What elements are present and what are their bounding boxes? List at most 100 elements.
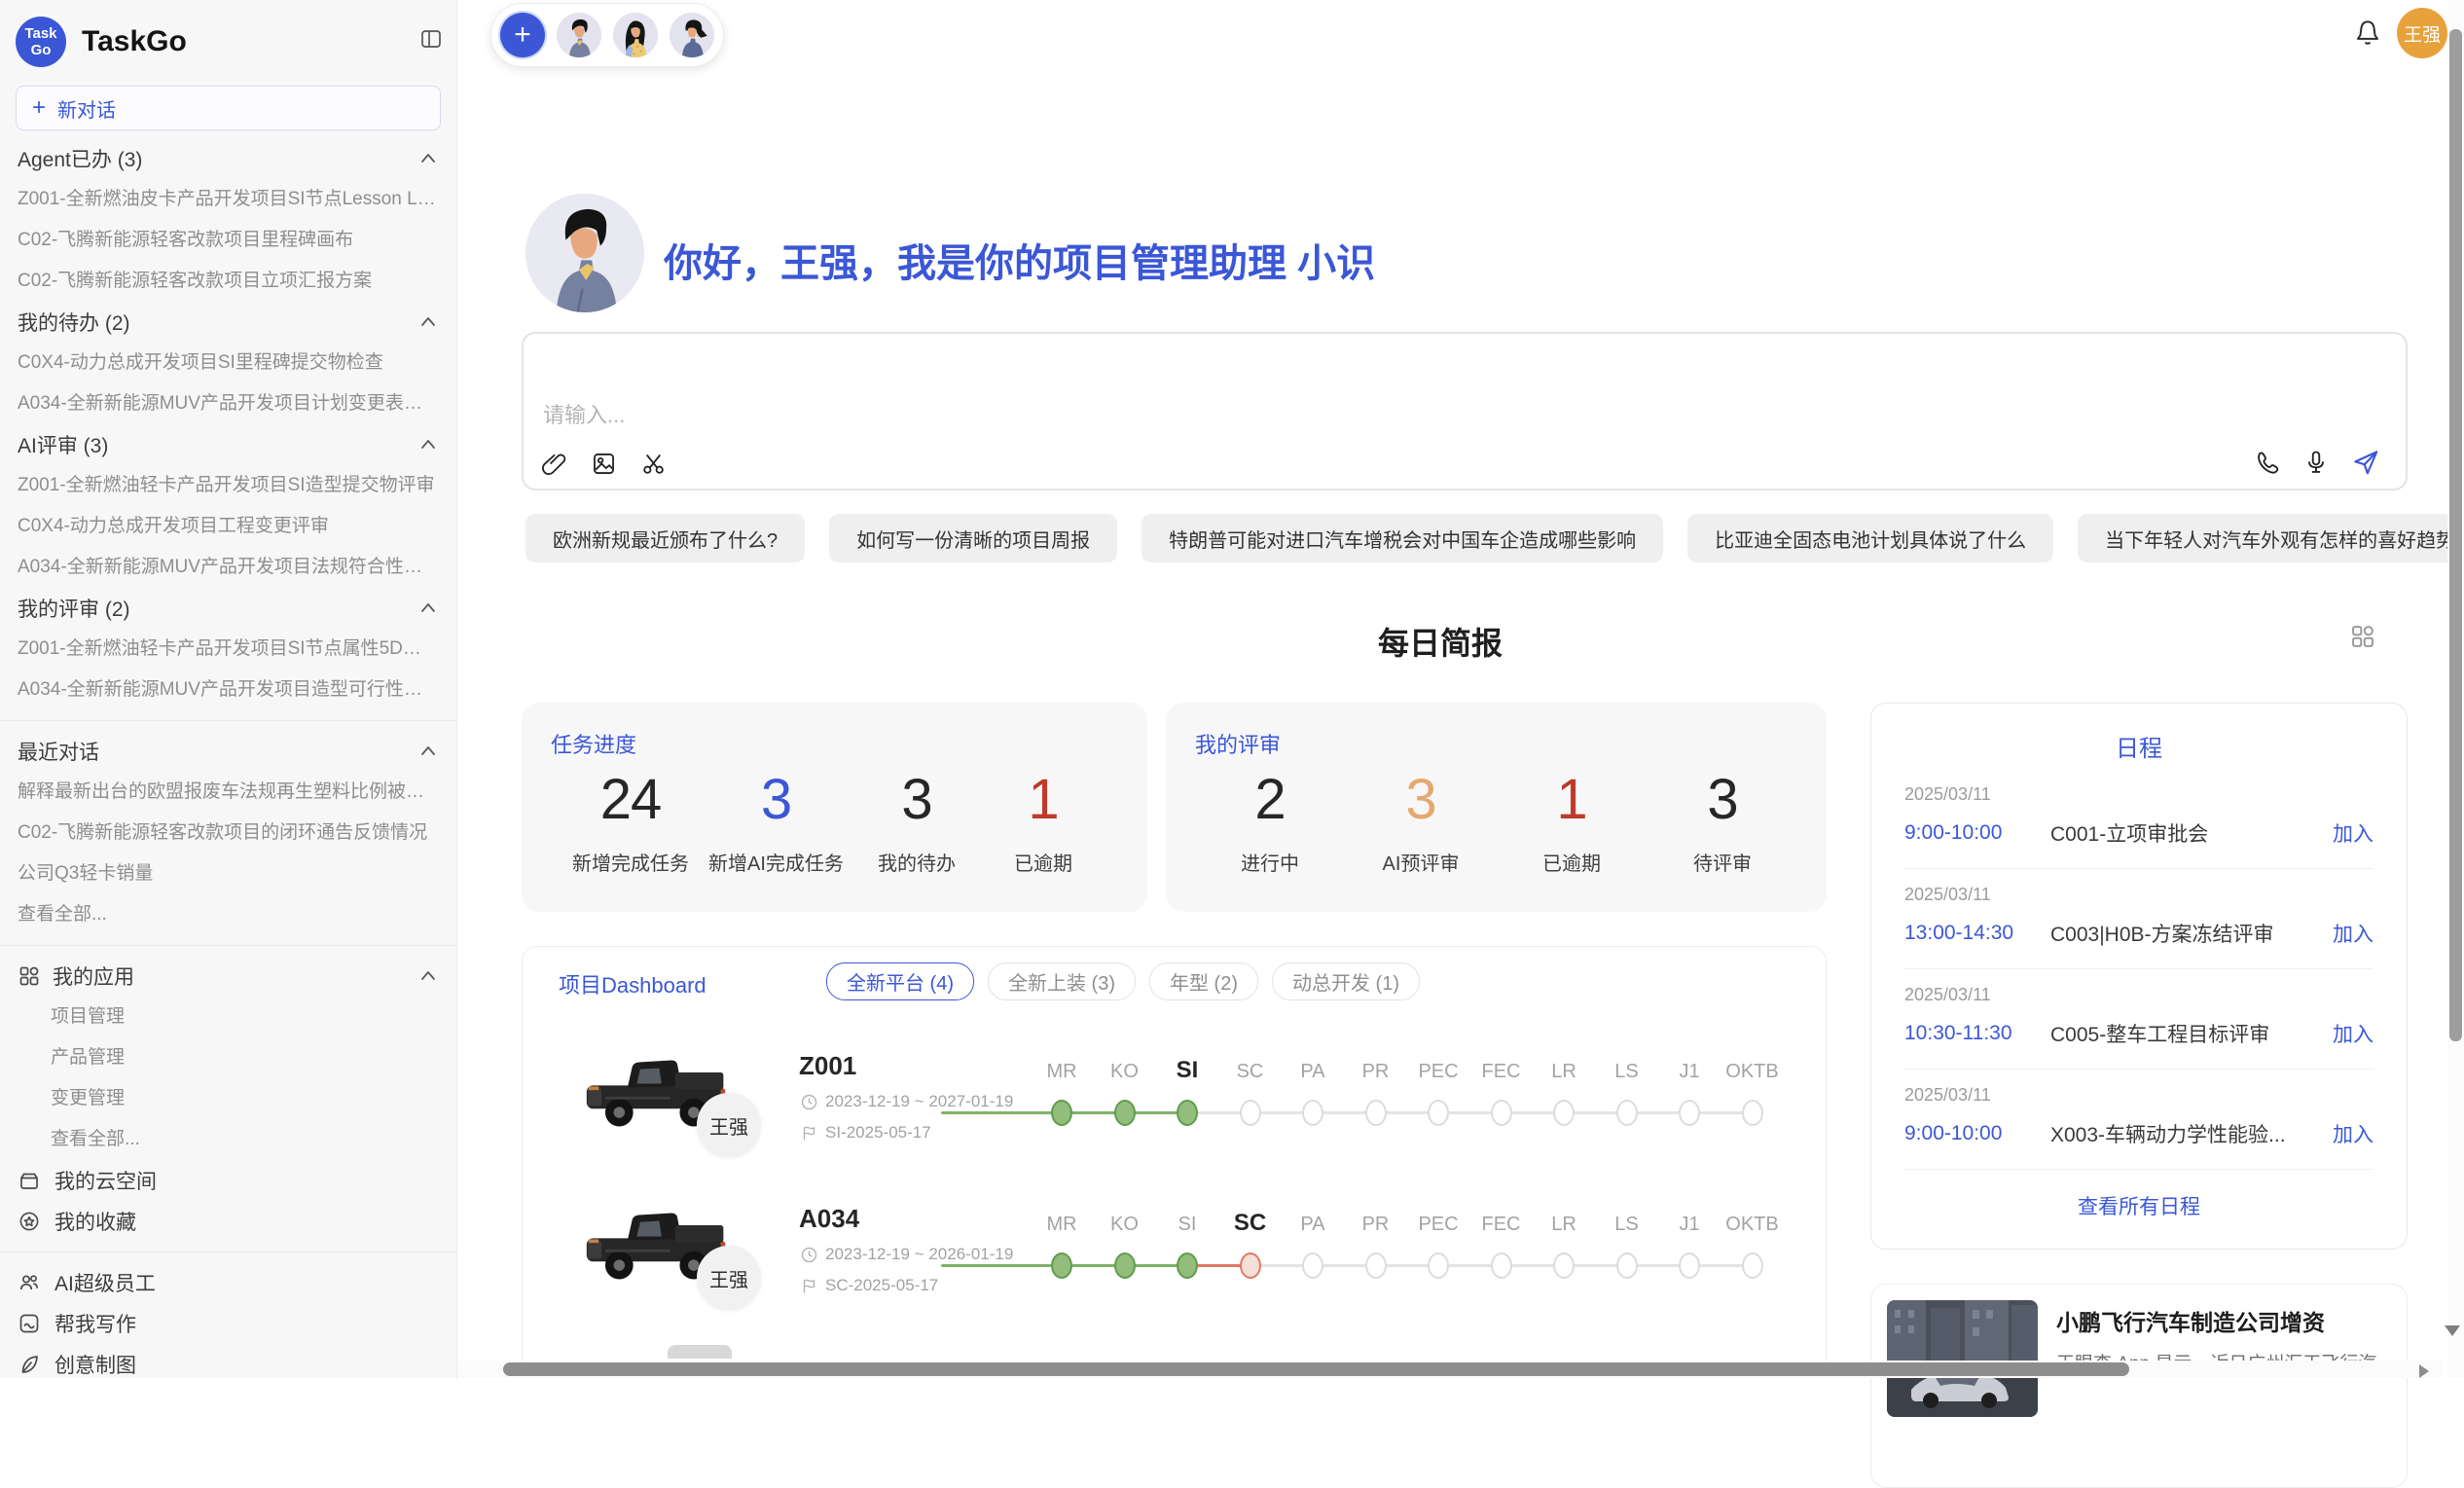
sidebar-section-header[interactable]: 我的应用 — [0, 956, 456, 997]
sidebar-section-header[interactable]: AI评审 (3) — [0, 424, 456, 465]
schedule-item[interactable]: 2025/03/119:00-10:00C001-立项审批会加入 — [1904, 769, 2373, 869]
notification-bell-icon[interactable] — [2353, 18, 2382, 47]
sidebar-link-label: 创意制图 — [54, 1350, 136, 1379]
milestone-node[interactable] — [1051, 1252, 1072, 1279]
dashboard-tab[interactable]: 全新上装 (3) — [988, 962, 1136, 1000]
sidebar-link[interactable]: AI超级员工 — [0, 1262, 456, 1303]
divider — [0, 945, 456, 946]
project-row[interactable]: 王强A0342023-12-19 ~ 2026-01-19SC-2025-05-… — [523, 1192, 1826, 1338]
collapse-sidebar-icon[interactable] — [419, 27, 443, 51]
sidebar-item[interactable]: A034-全新新能源MUV产品开发项目造型可行性评审 — [0, 670, 456, 710]
sidebar-item[interactable]: 产品管理 — [0, 1037, 456, 1078]
suggestion-chip[interactable]: 比亚迪全固态电池计划具体说了什么 — [1687, 514, 2053, 563]
scissors-icon[interactable] — [640, 451, 667, 477]
dashboard-tab[interactable]: 全新平台 (4) — [826, 962, 974, 1000]
suggestion-chip[interactable]: 特朗普可能对进口汽车增税会对中国车企造成哪些影响 — [1141, 514, 1663, 563]
schedule-item[interactable]: 2025/03/1113:00-14:30C003|H0B-方案冻结评审加入 — [1904, 869, 2373, 969]
attachment-icon[interactable] — [541, 451, 567, 477]
news-card[interactable]: 小鹏飞行汽车制造公司增资 天眼查 App 显示，近日广州汇天飞行汽... — [1870, 1284, 2408, 1488]
sidebar-item[interactable]: 解释最新出台的欧盟报废车法规再生塑料比例被调至15%... — [0, 772, 456, 813]
milestone-node[interactable] — [1240, 1100, 1261, 1126]
new-chat-button[interactable]: + 新对话 — [16, 86, 441, 130]
milestone-node[interactable] — [1114, 1252, 1136, 1279]
join-link[interactable]: 加入 — [2333, 919, 2373, 948]
sidebar-link[interactable]: 帮我写作 — [0, 1303, 456, 1344]
sidebar-item[interactable]: C0X4-动力总成开发项目工程变更评审 — [0, 506, 456, 547]
sidebar-section-header[interactable]: 我的待办 (2) — [0, 302, 456, 343]
milestone-node[interactable] — [1742, 1100, 1763, 1126]
sidebar-section-header[interactable]: 我的评审 (2) — [0, 588, 456, 629]
sidebar-item[interactable]: Z001-全新燃油轻卡产品开发项目SI节点属性5D文件评审 — [0, 629, 456, 670]
briefing-layout-icon[interactable] — [2349, 623, 2376, 650]
avatar[interactable] — [557, 13, 601, 57]
sidebar-item[interactable]: 项目管理 — [0, 997, 456, 1037]
sidebar-link[interactable]: 我的云空间 — [0, 1160, 456, 1201]
sidebar-item[interactable]: C02-飞腾新能源轻客改款项目里程碑画布 — [0, 220, 456, 261]
send-icon[interactable] — [2351, 448, 2380, 477]
milestone-node[interactable] — [1679, 1252, 1700, 1279]
milestone-node[interactable] — [1428, 1100, 1449, 1126]
schedule-item[interactable]: 2025/03/1110:30-11:30C005-整车工程目标评审加入 — [1904, 969, 2373, 1070]
schedule-item[interactable]: 2025/03/119:00-10:00X003-车辆动力学性能验...加入 — [1904, 1070, 2373, 1170]
user-avatar[interactable]: 王强 — [2397, 8, 2447, 58]
join-link[interactable]: 加入 — [2333, 1019, 2373, 1048]
milestone-node[interactable] — [1491, 1100, 1512, 1126]
sidebar-item[interactable]: C0X4-动力总成开发项目SI里程碑提交物检查 — [0, 343, 456, 383]
suggestion-chip[interactable]: 欧洲新规最近颁布了什么? — [525, 514, 805, 563]
milestone-node[interactable] — [1114, 1100, 1136, 1126]
sidebar-link[interactable]: 我的收藏 — [0, 1201, 456, 1242]
dashboard-tab[interactable]: 年型 (2) — [1149, 962, 1258, 1000]
milestone-node[interactable] — [1679, 1100, 1700, 1126]
scroll-right-arrow[interactable] — [2419, 1364, 2429, 1378]
avatar[interactable] — [613, 13, 658, 57]
join-link[interactable]: 加入 — [2333, 818, 2373, 848]
scroll-down-arrow[interactable] — [2445, 1325, 2460, 1336]
sidebar-section-title-wrap: AI评审 (3) — [18, 430, 108, 459]
vertical-scrollbar-thumb[interactable] — [2449, 29, 2462, 1041]
image-icon[interactable] — [591, 451, 617, 477]
join-link[interactable]: 加入 — [2333, 1119, 2373, 1148]
milestone-node[interactable] — [1553, 1100, 1575, 1126]
sidebar-item[interactable]: 公司Q3轻卡销量 — [0, 853, 456, 894]
vertical-scrollbar[interactable] — [2447, 0, 2464, 1378]
milestone-node[interactable] — [1616, 1252, 1638, 1279]
phone-icon[interactable] — [2254, 449, 2281, 476]
sidebar-section-header[interactable]: Agent已办 (3) — [0, 138, 456, 179]
sidebar-item[interactable]: A034-全新新能源MUV产品开发项目计划变更表编写 — [0, 383, 456, 424]
microphone-icon[interactable] — [2302, 449, 2330, 476]
sidebar-section-header[interactable]: 最近对话 — [0, 731, 456, 772]
milestone-node[interactable] — [1428, 1252, 1449, 1279]
sidebar-item[interactable]: 查看全部... — [0, 1119, 456, 1160]
milestone-node[interactable] — [1051, 1100, 1072, 1126]
milestone-node[interactable] — [1177, 1100, 1198, 1126]
sidebar-item[interactable]: C02-飞腾新能源轻客改款项目立项汇报方案 — [0, 261, 456, 302]
suggestion-chip[interactable]: 如何写一份清晰的项目周报 — [829, 514, 1117, 563]
milestone-node[interactable] — [1365, 1252, 1387, 1279]
sidebar-item[interactable]: 查看全部... — [0, 894, 456, 935]
milestone-node[interactable] — [1616, 1100, 1638, 1126]
chat-composer[interactable]: 请输入... — [522, 332, 2408, 490]
sidebar-item[interactable]: C02-飞腾新能源轻客改款项目的闭环通告反馈情况 — [0, 813, 456, 853]
milestone-node[interactable] — [1240, 1252, 1261, 1279]
horizontal-scrollbar[interactable] — [457, 1361, 2443, 1378]
app-logo: Task Go — [16, 17, 66, 67]
avatar[interactable] — [670, 13, 714, 57]
sidebar-item[interactable]: Z001-全新燃油轻卡产品开发项目SI造型提交物评审 — [0, 465, 456, 506]
project-row[interactable]: 王强Z0012023-12-19 ~ 2027-01-19SI-2025-05-… — [523, 1039, 1826, 1185]
sidebar-link[interactable]: 创意制图 — [0, 1344, 456, 1385]
milestone-node[interactable] — [1177, 1252, 1198, 1279]
milestone-node[interactable] — [1491, 1252, 1512, 1279]
view-all-schedule-link[interactable]: 查看所有日程 — [1871, 1191, 2407, 1220]
milestone-node[interactable] — [1742, 1252, 1763, 1279]
sidebar-item[interactable]: 变更管理 — [0, 1078, 456, 1119]
milestone-node[interactable] — [1302, 1100, 1323, 1126]
suggestion-chip[interactable]: 当下年轻人对汽车外观有怎样的喜好趋势 — [2078, 514, 2464, 563]
sidebar-item[interactable]: Z001-全新燃油皮卡产品开发项目SI节点Lesson Learn报告 — [0, 179, 456, 220]
dashboard-tab[interactable]: 动总开发 (1) — [1272, 962, 1420, 1000]
add-agent-button[interactable]: + — [500, 13, 545, 57]
milestone-node[interactable] — [1302, 1252, 1323, 1279]
sidebar-item[interactable]: A034-全新新能源MUV产品开发项目法规符合性评审 — [0, 547, 456, 588]
horizontal-scrollbar-thumb[interactable] — [503, 1362, 2129, 1376]
milestone-node[interactable] — [1553, 1252, 1575, 1279]
milestone-node[interactable] — [1365, 1100, 1387, 1126]
